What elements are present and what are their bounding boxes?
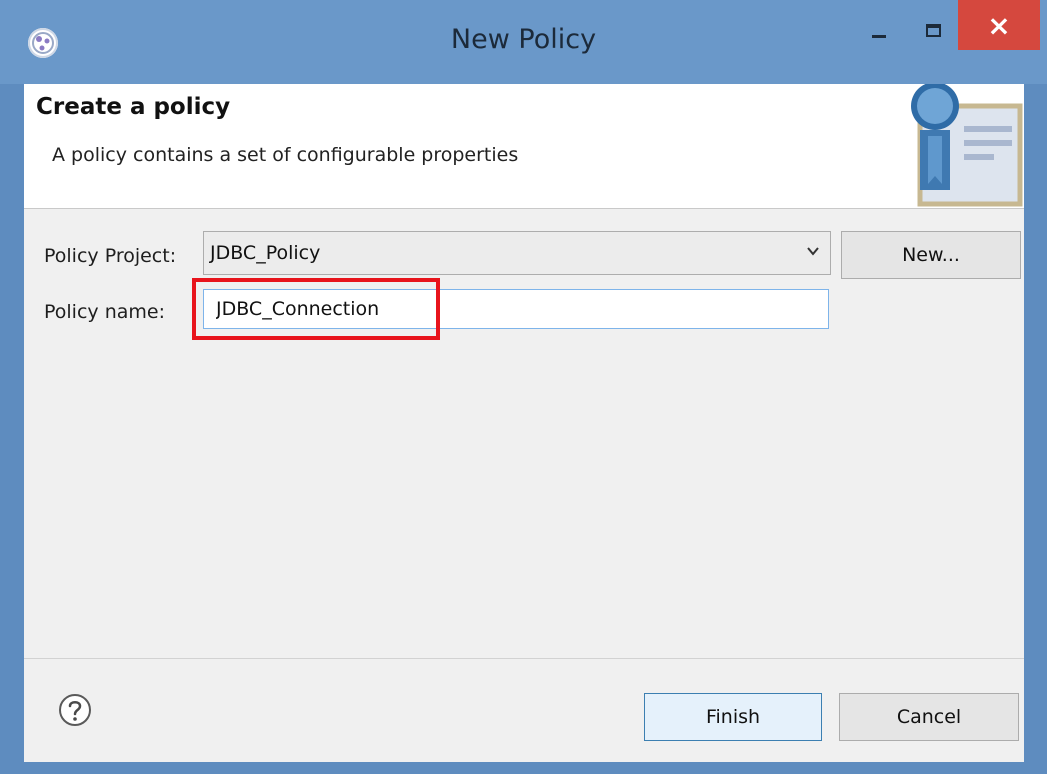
cancel-button[interactable]: Cancel	[839, 693, 1019, 741]
policy-certificate-icon	[911, 84, 1023, 207]
policy-project-label: Policy Project:	[44, 245, 177, 267]
close-button[interactable]: ×	[958, 0, 1040, 50]
chevron-down-icon	[807, 247, 819, 256]
wizard-title: Create a policy	[36, 94, 231, 120]
wizard-description: A policy contains a set of configurable …	[52, 144, 519, 166]
policy-project-select[interactable]: JDBC_Policy	[203, 231, 831, 275]
minimize-button[interactable]	[858, 8, 900, 52]
dialog-window: New Policy × Create a policy A policy co…	[0, 0, 1047, 774]
finish-button[interactable]: Finish	[644, 693, 822, 741]
close-icon: ×	[987, 8, 1011, 42]
maximize-button[interactable]	[912, 8, 954, 52]
form-area: Policy Project: JDBC_Policy New... Polic…	[24, 208, 1024, 658]
button-bar: Finish Cancel	[24, 658, 1024, 762]
policy-name-label: Policy name:	[44, 301, 165, 323]
policy-name-input[interactable]	[203, 289, 829, 329]
wizard-header: Create a policy A policy contains a set …	[24, 84, 1024, 208]
new-project-button[interactable]: New...	[841, 231, 1021, 279]
help-icon[interactable]	[58, 693, 92, 727]
title-bar[interactable]: New Policy ×	[0, 0, 1047, 84]
policy-project-value: JDBC_Policy	[210, 242, 321, 264]
minimize-icon	[872, 34, 886, 38]
maximize-icon	[925, 23, 941, 37]
